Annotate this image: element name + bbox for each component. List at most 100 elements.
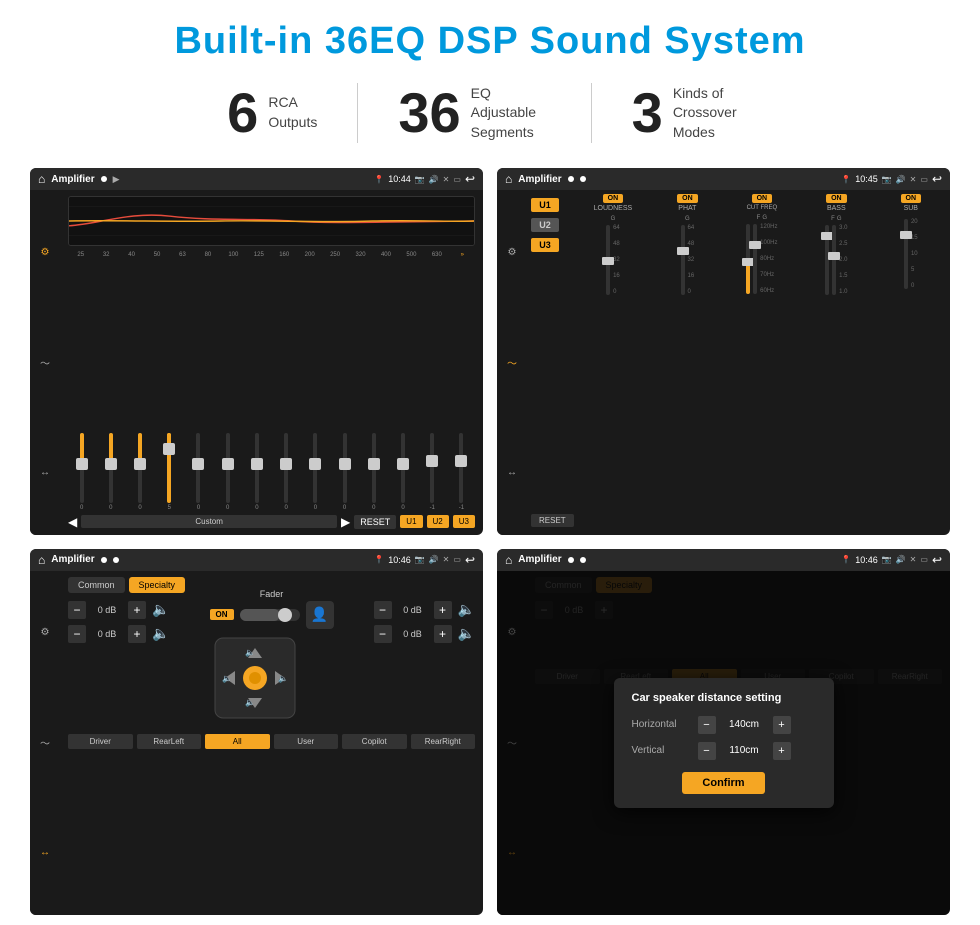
screen1-vol-icon[interactable]: 🔊	[429, 175, 439, 184]
fader-minus-4[interactable]: −	[374, 625, 392, 643]
eq-track-5[interactable]	[196, 433, 200, 503]
fader-slider-h[interactable]	[240, 609, 300, 621]
screen3-home-icon[interactable]: ⌂	[38, 553, 45, 567]
phat-track[interactable]	[681, 225, 685, 295]
loudness-toggle[interactable]: ON	[603, 194, 624, 203]
eq-u1-btn[interactable]: U1	[400, 515, 422, 528]
screen4-box-icon[interactable]: ▭	[920, 555, 928, 564]
specialty-tab[interactable]: Specialty	[129, 577, 186, 593]
fader-slider-knob[interactable]	[278, 608, 292, 622]
u2-tab[interactable]: U2	[531, 218, 559, 232]
eq-handle-8[interactable]	[280, 458, 292, 470]
eq-track-6[interactable]	[226, 433, 230, 503]
dialog-horizontal-plus[interactable]: +	[773, 716, 791, 734]
eq-handle-6[interactable]	[222, 458, 234, 470]
screen1-play-icon[interactable]: ▶	[113, 174, 120, 185]
screen1-x-icon[interactable]: ✕	[443, 175, 450, 184]
eq-handle-3[interactable]	[134, 458, 146, 470]
profile-icon[interactable]: 👤	[306, 601, 334, 629]
dialog-vertical-plus[interactable]: +	[773, 742, 791, 760]
fader-minus-1[interactable]: −	[68, 601, 86, 619]
screen3-back-icon[interactable]: ↩	[465, 553, 475, 567]
eq-reset-btn[interactable]: RESET	[354, 515, 396, 529]
fader-sidebar-icon3[interactable]: ↔	[40, 847, 50, 858]
screen4-home-icon[interactable]: ⌂	[505, 553, 512, 567]
eq-track-11[interactable]	[372, 433, 376, 503]
bass-toggle[interactable]: ON	[826, 194, 847, 203]
home-icon[interactable]: ⌂	[38, 172, 45, 186]
common-tab[interactable]: Common	[68, 577, 125, 593]
sub-toggle[interactable]: ON	[901, 194, 922, 203]
fader-plus-4[interactable]: +	[434, 625, 452, 643]
fader-plus-3[interactable]: +	[434, 601, 452, 619]
screen1-box-icon[interactable]: ▭	[453, 175, 461, 184]
eq-sidebar-icon2[interactable]: 〜	[40, 355, 50, 370]
fader-toggle-on[interactable]: ON	[210, 609, 234, 620]
cross-sidebar-icon1[interactable]: ⚙	[508, 247, 517, 258]
crossover-reset-btn[interactable]: RESET	[531, 514, 574, 527]
cutfreq-toggle[interactable]: ON	[752, 194, 773, 203]
eq-track-12[interactable]	[401, 433, 405, 503]
eq-u3-btn[interactable]: U3	[453, 515, 475, 528]
eq-handle-2[interactable]	[105, 458, 117, 470]
screen4-vol-icon[interactable]: 🔊	[896, 555, 906, 564]
eq-track-14[interactable]	[459, 433, 463, 503]
screen2-vol-icon[interactable]: 🔊	[896, 175, 906, 184]
eq-track-9[interactable]	[313, 433, 317, 503]
eq-track-13[interactable]	[430, 433, 434, 503]
copilot-btn[interactable]: Copilot	[342, 734, 407, 749]
screen2-back-icon[interactable]: ↩	[932, 172, 942, 186]
eq-sidebar-icon1[interactable]: ⚙	[41, 247, 50, 258]
all-btn[interactable]: All	[205, 734, 270, 749]
u3-tab[interactable]: U3	[531, 238, 559, 252]
eq-handle-5[interactable]	[192, 458, 204, 470]
fader-sidebar-icon2[interactable]: 〜	[40, 735, 50, 750]
eq-handle-1[interactable]	[76, 458, 88, 470]
driver-btn[interactable]: Driver	[68, 734, 133, 749]
eq-handle-12[interactable]	[397, 458, 409, 470]
eq-sidebar-icon3[interactable]: ↔	[40, 467, 50, 478]
fader-minus-3[interactable]: −	[374, 601, 392, 619]
screen3-vol-icon[interactable]: 🔊	[429, 555, 439, 564]
fader-plus-2[interactable]: +	[128, 625, 146, 643]
eq-track-8[interactable]	[284, 433, 288, 503]
dialog-vertical-minus[interactable]: −	[698, 742, 716, 760]
eq-handle-13[interactable]	[426, 455, 438, 467]
eq-u2-btn[interactable]: U2	[427, 515, 449, 528]
screen4-back-icon[interactable]: ↩	[932, 553, 942, 567]
eq-track-2[interactable]	[109, 433, 113, 503]
cross-sidebar-icon2[interactable]: 〜	[507, 355, 517, 370]
screen2-x-icon[interactable]: ✕	[910, 175, 917, 184]
eq-handle-10[interactable]	[339, 458, 351, 470]
confirm-button[interactable]: Confirm	[682, 772, 764, 794]
eq-handle-14[interactable]	[455, 455, 467, 467]
screen1-back-icon[interactable]: ↩	[465, 172, 475, 186]
screen2-box-icon[interactable]: ▭	[920, 175, 928, 184]
fader-minus-2[interactable]: −	[68, 625, 86, 643]
eq-handle-4[interactable]	[163, 443, 175, 455]
u1-tab[interactable]: U1	[531, 198, 559, 212]
screen2-home-icon[interactable]: ⌂	[505, 172, 512, 186]
freq-scroll[interactable]: »	[450, 252, 475, 258]
rearright-btn[interactable]: RearRight	[411, 734, 476, 749]
loudness-handle1[interactable]	[602, 257, 614, 265]
phat-handle[interactable]	[677, 247, 689, 255]
eq-next-btn[interactable]: ▶	[341, 515, 350, 529]
eq-handle-11[interactable]	[368, 458, 380, 470]
rearleft-btn[interactable]: RearLeft	[137, 734, 202, 749]
eq-handle-9[interactable]	[309, 458, 321, 470]
fader-sidebar-icon1[interactable]: ⚙	[41, 627, 50, 638]
dialog-horizontal-minus[interactable]: −	[698, 716, 716, 734]
eq-prev-btn[interactable]: ◀	[68, 515, 77, 529]
screen4-x-icon[interactable]: ✕	[910, 555, 917, 564]
eq-track-10[interactable]	[343, 433, 347, 503]
eq-track-7[interactable]	[255, 433, 259, 503]
eq-track-3[interactable]	[138, 433, 142, 503]
user-btn[interactable]: User	[274, 734, 339, 749]
eq-track-1[interactable]	[80, 433, 84, 503]
cross-sidebar-icon3[interactable]: ↔	[507, 467, 517, 478]
screen3-x-icon[interactable]: ✕	[443, 555, 450, 564]
phat-toggle[interactable]: ON	[677, 194, 698, 203]
screen3-box-icon[interactable]: ▭	[453, 555, 461, 564]
eq-track-4[interactable]	[167, 433, 171, 503]
